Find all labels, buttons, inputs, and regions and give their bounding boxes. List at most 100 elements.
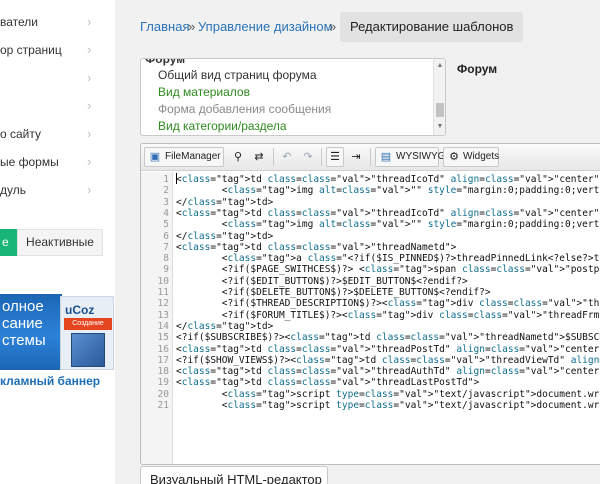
breadcrumb-separator: » [188,19,196,34]
code-line: 4 <class="tag">td class=class="val">"thre… [141,208,600,219]
line-numbers-button[interactable]: ☰ [326,147,344,167]
sidebar-item-site-info[interactable]: о сайту › [0,124,115,146]
inactive-toggle-button[interactable]: Неактивные [17,229,103,256]
find-button[interactable]: ⚲ [229,147,247,167]
code-editor[interactable]: ▣ FileManager ⚲ ⇄ ↶ ↷ ☰ ⇥ ▤ WYSIWYG ⚙ Wi… [140,143,600,465]
code-line-text: </class="tag">td> [176,196,274,208]
widgets-button[interactable]: ⚙ Widgets [443,147,499,167]
sidebar: ватели › ор страниц › › › о сайту › ые ф… [0,0,115,484]
chevron-right-icon: › [87,70,92,85]
indent-button[interactable]: ⇥ [347,147,365,167]
template-select-list[interactable]: Форум Общий вид страниц форума Вид матер… [140,58,446,136]
code-line-text: </class="tag">td> [176,230,274,242]
code-line-text: <class="tag">script type=class="val">"te… [176,388,600,400]
banner-caption-link[interactable]: кламный баннер [0,374,100,388]
chevron-right-icon: › [87,182,92,197]
code-line-text: <class="tag">td class=class="val">"threa… [176,343,600,355]
editor-toolbar: ▣ FileManager ⚲ ⇄ ↶ ↷ ☰ ⇥ ▤ WYSIWYG ⚙ Wi… [141,144,600,171]
code-line-text: <class="tag">img alt=class="val">"" styl… [176,219,600,231]
sidebar-item-page-editor[interactable]: ор страниц › [0,40,115,62]
banner-text: олное сание стемы [0,294,62,370]
code-line-text: <class="tag">img alt=class="val">"" styl… [176,185,600,197]
option-group-label: Форум [145,58,186,66]
code-line-text: <?if($DELETE_BUTTON$)?>$DELETE_BUTTON$<?… [176,287,491,298]
wysiwyg-button[interactable]: ▤ WYSIWYG [375,147,445,167]
template-option[interactable]: Общий вид страниц форума [158,68,317,82]
breadcrumb-design-link[interactable]: Управление дизайном [198,19,333,34]
undo-button[interactable]: ↶ [278,147,296,167]
line-number: 4 [163,207,169,219]
file-manager-label: FileManager [165,151,221,162]
active-toggle-button[interactable]: е [0,229,17,256]
template-option[interactable]: Форма добавления сообщения [158,102,331,116]
code-line-text: <class="tag">a class="<?if($IS_PINNED$)?… [176,253,600,265]
toolbar-separator [273,148,274,166]
banner-product-image: uCoz Создание сайтов [60,296,114,370]
code-line-text: <?if($THREAD_DESCRIPTION$)?><class="tag"… [176,298,600,310]
line-number: 2 [163,185,169,197]
scroll-thumb[interactable] [436,103,444,117]
code-area[interactable]: 1 <class="tag">td class=class="val">"thre… [141,172,600,464]
code-line-text: <?if($SHOW_VIEWS$)?><class="tag">td clas… [176,354,600,366]
code-line: 10 <?if($EDIT_BUTTON$)?>$EDIT_BUTTON$<?e… [141,276,600,287]
replace-button[interactable]: ⇄ [250,147,268,167]
code-line: 2 <class="tag">img alt=class="val">"" st… [141,185,600,196]
breadcrumb-separator: » [329,19,337,34]
code-line: 1 <class="tag">td class=class="val">"thre… [141,174,600,185]
code-line-text: </class="tag">td> [176,320,274,332]
code-line: 18 <class="tag">td class=class="val">"thr… [141,366,600,377]
code-line-text: <?if($FORUM_TITLE$)?><class="tag">div cl… [176,309,600,321]
sidebar-item-users[interactable]: ватели › [0,12,115,34]
sidebar-item-module[interactable]: дуль › [0,180,115,202]
redo-button[interactable]: ↷ [299,147,317,167]
scroll-up-icon[interactable]: ▲ [436,62,444,70]
wysiwyg-label: WYSIWYG [396,151,446,162]
code-line-text: <class="tag">td class=class="val">"threa… [176,241,457,253]
code-line: 20 <class="tag">script type=class="val">… [141,389,600,400]
code-line-text: <class="tag">td class=class="val">"threa… [176,366,600,378]
template-option[interactable]: Вид категории/раздела [158,119,287,133]
section-label: Форум [457,62,498,76]
file-manager-button[interactable]: ▣ FileManager [144,147,224,167]
sidebar-item-3[interactable]: › [0,68,115,90]
widgets-label: Widgets [463,151,500,162]
code-line-text: <class="tag">td class=class="val">"threa… [176,377,480,389]
line-number: 5 [163,219,169,231]
line-number: 19 [157,377,169,389]
toolbar-separator [321,148,322,166]
breadcrumb-current: Редактирование шаблонов [340,12,524,42]
code-line-text: <class="tag">script type=class="val">"te… [176,400,600,411]
list-scrollbar[interactable]: ▲ ▼ [433,59,445,135]
code-line: 7 <class="tag">td class=class="val">"thre… [141,242,600,253]
code-line-text: <class="tag">td class=class="val">"threa… [176,207,600,219]
breadcrumb-home-link[interactable]: Главная [140,19,189,34]
chevron-right-icon: › [87,42,92,57]
line-number: 16 [157,343,169,355]
code-line: 21 <class="tag">script type=class="val">… [141,400,600,411]
scroll-down-icon[interactable]: ▼ [436,123,444,131]
code-line: 19 <class="tag">td class=class="val">"thr… [141,377,600,388]
code-line: 17 <?if($SHOW_VIEWS$)?><class="tag">td cl… [141,355,600,366]
template-option[interactable]: Вид материалов [158,85,250,99]
line-number: 12 [157,298,169,310]
ad-banner[interactable]: олное сание стемы uCoz Создание сайтов [0,294,115,370]
wysiwyg-icon: ▤ [380,151,392,163]
undo-icon: ↶ [282,151,292,163]
sidebar-item-label: ватели [0,15,38,29]
line-number: 14 [157,320,169,332]
sidebar-item-forms[interactable]: ые формы › [0,152,115,174]
line-number: 18 [157,366,169,378]
sidebar-item-4[interactable]: › [0,96,115,118]
chevron-right-icon: › [87,154,92,169]
code-line-text: <?if($SUBSCRIBE$)?><class="tag">td class… [176,332,600,344]
code-line: 11 <?if($DELETE_BUTTON$)?>$DELETE_BUTTON… [141,287,600,298]
find-replace-icon: ⇄ [254,151,264,163]
code-line: 6 </class="tag">td> [141,231,600,242]
banner-ribbon: Создание сайтов [64,318,112,339]
chevron-right-icon: › [87,126,92,141]
code-line: 14 </class="tag">td> [141,321,600,332]
line-number: 13 [157,309,169,321]
line-number: 21 [157,400,169,411]
visual-editor-tab[interactable]: Визуальный HTML-редактор [140,466,328,484]
chevron-right-icon: › [87,14,92,29]
